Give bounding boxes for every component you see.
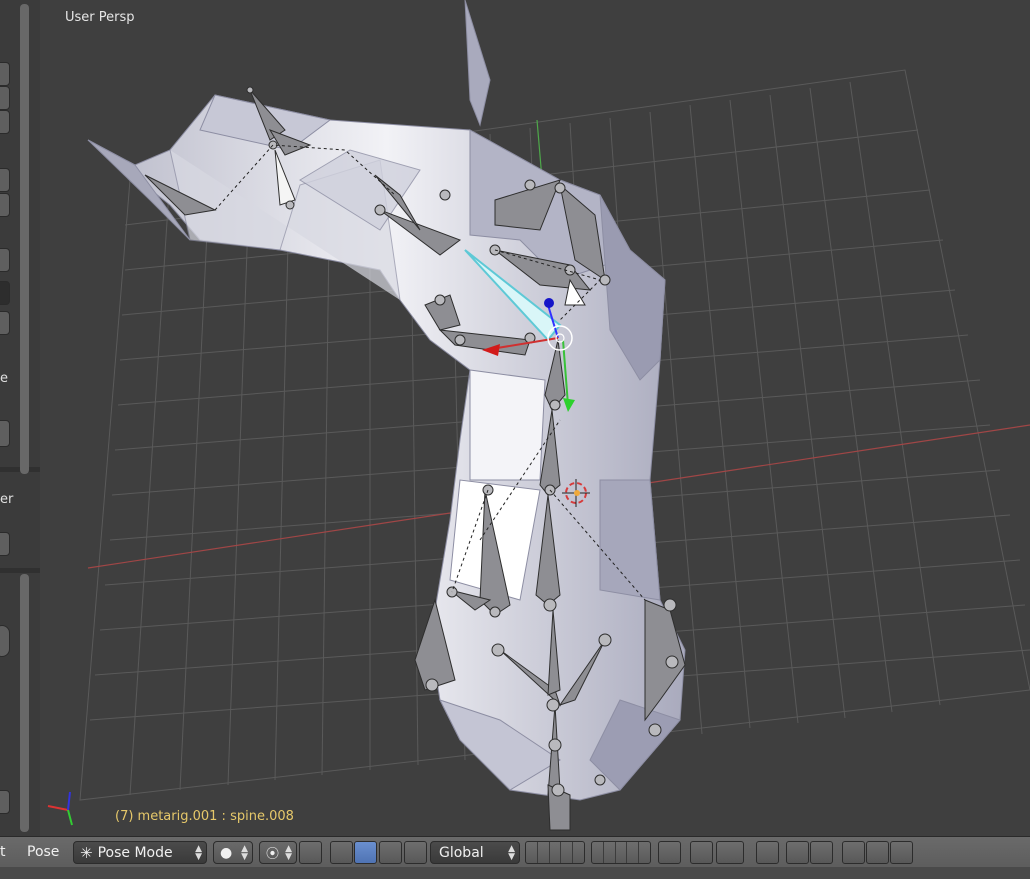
shelf-button[interactable] [0,110,10,134]
shelf-toggle[interactable] [0,625,10,657]
paste-flipped-pose-icon[interactable] [890,841,913,864]
panel-divider [0,568,40,573]
3d-viewport[interactable]: User Persp (7) metarig.001 : spine.008 [40,0,1030,836]
shelf-button[interactable] [0,281,10,305]
viewport-scene [47,0,1030,831]
proportional-edit-icon[interactable] [690,841,713,864]
rotate-manipulator-icon[interactable] [379,841,402,864]
manipulator-toggle-icon[interactable] [330,841,353,864]
shelf-button[interactable] [0,311,10,335]
dropdown-arrows-icon: ▲ ▼ [508,843,515,862]
shelf-button[interactable] [0,62,10,86]
view-axis-gizmo [47,791,73,826]
menu-view-partial[interactable]: t [0,844,6,860]
layer-buttons[interactable] [525,841,585,864]
paste-pose-icon[interactable] [866,841,889,864]
shelf-button[interactable] [0,790,10,814]
pose-mode-icon: ✳ [80,843,93,862]
clapper-icon[interactable] [810,841,833,864]
tool-shelf: e er [0,0,41,836]
armature-layer-buttons[interactable] [591,841,651,864]
transform-orientation-selector[interactable]: Global ▲ ▼ [430,841,520,864]
snap-element-icon[interactable] [756,841,779,864]
active-object-status: (7) metarig.001 : spine.008 [115,809,294,824]
mode-selector[interactable]: ✳ Pose Mode ▲ ▼ [73,841,207,864]
render-icon[interactable] [786,841,809,864]
shelf-button[interactable] [0,248,10,272]
shelf-button[interactable] [0,86,10,110]
shelf-button[interactable] [0,168,10,192]
shelf-button[interactable] [0,193,10,217]
dropdown-arrows-icon: ▲ ▼ [285,843,292,862]
translate-manipulator-icon[interactable] [354,841,377,864]
dropdown-arrows-icon: ▲ ▼ [195,843,202,862]
bottom-strip [0,867,1030,879]
pivot-point-icon: ⦿ [266,847,280,862]
menu-pose[interactable]: Pose [27,844,59,860]
viewport-shading-icon: ● [220,844,233,861]
viewport-shading-selector[interactable]: ● ▲ ▼ [213,841,253,864]
copy-pose-icon[interactable] [842,841,865,864]
mode-label: Pose Mode [97,844,173,861]
lock-icon[interactable] [658,841,681,864]
shelf-scrollbar[interactable] [20,574,29,832]
shelf-button[interactable] [0,532,10,556]
scale-manipulator-icon[interactable] [404,841,427,864]
shelf-partial-label: e [0,371,8,386]
view-name: User Persp [65,10,135,25]
pivot-point-selector[interactable]: ⦿ ▲ ▼ [259,841,297,864]
shelf-partial-label: er [0,492,14,507]
snap-icon[interactable] [716,841,744,864]
blender-window: e er User Persp (7) metarig.001: spine.… [0,0,1030,879]
manipulator-icon[interactable] [299,841,322,864]
shelf-button[interactable] [0,420,10,447]
shelf-scrollbar[interactable] [20,4,29,474]
dropdown-arrows-icon: ▲ ▼ [241,843,248,862]
orientation-label: Global [439,844,484,861]
